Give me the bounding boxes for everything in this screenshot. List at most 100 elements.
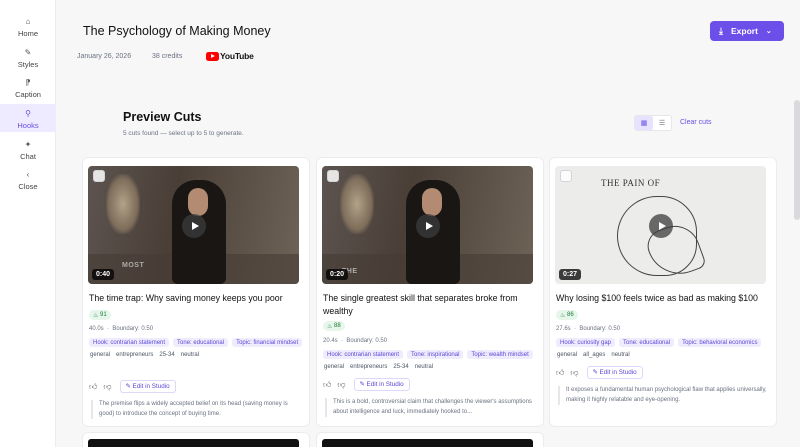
caption-icon: ⁋ <box>25 78 31 87</box>
sparkle-icon: ✦ <box>24 140 32 149</box>
clear-cuts-button[interactable]: Clear cuts <box>680 119 712 126</box>
nav-styles[interactable]: ✎ Styles <box>0 47 56 75</box>
cut-length: 40.0s <box>89 326 104 332</box>
youtube-label: YouTube <box>220 51 254 61</box>
nav-close-label: Close <box>18 182 38 191</box>
cut-stats: 20.4s · Boundary: 0.50 <box>323 338 388 344</box>
nav-caption-label: Caption <box>15 90 41 99</box>
edit-in-studio-button[interactable]: ✎ Edit in Studio <box>586 366 643 379</box>
tag: general <box>90 351 111 358</box>
tag: Hook: contrarian statement <box>89 338 170 347</box>
cut-boundary: Boundary: 0.50 <box>346 338 388 344</box>
tag: neutral <box>414 363 434 370</box>
cut-stats: 40.0s · Boundary: 0.50 <box>89 326 154 332</box>
nav-close[interactable]: ‹ Close <box>0 169 56 197</box>
card-actions: 👍︎ 👎︎ ✎ Edit in Studio <box>556 366 643 379</box>
cut-card[interactable]: MOST 0:40 The time trap: Why saving mone… <box>82 157 310 427</box>
select-checkbox[interactable] <box>560 170 572 182</box>
cut-boundary: Boundary: 0.50 <box>579 326 621 332</box>
cut-card[interactable]: THE PAIN OF 0:27 Why losing $100 feels t… <box>549 157 777 427</box>
tag: Hook: contrarian statement <box>323 350 404 359</box>
cut-title: Why losing $100 feels twice as bad as ma… <box>556 293 758 303</box>
tag: Topic: wealth mindset <box>467 350 533 359</box>
cut-length: 27.6s <box>556 326 571 332</box>
tag: general <box>557 351 578 358</box>
thumbs-down-icon[interactable]: 👎︎ <box>103 382 111 392</box>
flame-icon: ♨ <box>93 312 101 319</box>
tag-list: Hook: contrarian statement Tone: inspira… <box>323 350 539 371</box>
thumbs-up-icon[interactable]: 👍︎ <box>323 380 331 390</box>
tag: Topic: behavioral economics <box>678 338 762 347</box>
card-actions: 👍︎ 👎︎ ✎ Edit in Studio <box>89 380 176 393</box>
duration-badge: 0:27 <box>559 269 582 280</box>
score-badge: ♨ 91 <box>89 310 111 320</box>
tag: Tone: educational <box>619 338 675 347</box>
cut-title: The time trap: Why saving money keeps yo… <box>89 293 283 303</box>
nav-hooks-label: Hooks <box>17 121 39 130</box>
cut-description: It exposes a fundamental human psycholog… <box>558 386 770 405</box>
page-title: The Psychology of Making Money <box>83 24 271 38</box>
chevron-left-icon: ‹ <box>26 170 30 179</box>
grid-view-icon[interactable]: ▦ <box>635 116 653 130</box>
upload-date: January 26, 2026 <box>77 53 132 60</box>
thumbnail-caption: MOST <box>122 262 145 269</box>
tag: neutral <box>611 351 630 358</box>
thumbs-up-icon[interactable]: 👍︎ <box>556 368 564 378</box>
duration-badge: 0:20 <box>326 269 349 280</box>
main-content: The Psychology of Making Money January 2… <box>56 0 800 447</box>
edit-in-studio-button[interactable]: ✎ Edit in Studio <box>119 380 176 393</box>
video-thumbnail[interactable]: MOST 0:40 <box>88 166 299 284</box>
tag: neutral <box>180 351 200 358</box>
play-icon[interactable] <box>649 214 673 238</box>
flame-icon: ♨ <box>560 312 568 319</box>
video-thumbnail[interactable]: THE PAIN OF 0:27 <box>555 166 766 284</box>
youtube-logo: YouTube <box>206 51 254 61</box>
flame-icon: ♨ <box>327 323 335 330</box>
credits-count: 38 credits <box>152 53 183 60</box>
card-actions: 👍︎ 👎︎ ✎ Edit in Studio <box>323 378 410 391</box>
nav-chat[interactable]: ✦ Chat <box>0 139 56 167</box>
export-label: Export <box>730 26 758 36</box>
export-button[interactable]: ⤓ Export ⌄ <box>710 21 784 41</box>
tag: Hook: curiosity gap <box>556 338 616 347</box>
cut-card[interactable] <box>82 432 310 447</box>
tag: Tone: inspirational <box>407 350 464 359</box>
tag: entrepreneurs <box>350 363 388 370</box>
thumbs-up-icon[interactable]: 👍︎ <box>89 382 97 392</box>
brush-icon: ✎ <box>24 48 32 57</box>
nav-styles-label: Styles <box>17 60 39 69</box>
cut-description: This is a bold, controversial claim that… <box>325 398 537 417</box>
cut-title: The single greatest skill that separates… <box>323 293 518 316</box>
cut-stats: 27.6s · Boundary: 0.50 <box>556 326 621 332</box>
tag: entrepreneurs <box>116 351 154 358</box>
home-icon: ⌂ <box>25 17 31 26</box>
download-icon: ⤓ <box>719 25 723 36</box>
thumbs-down-icon[interactable]: 👎︎ <box>570 368 578 378</box>
nav-hooks[interactable]: ⚲ Hooks <box>0 104 56 132</box>
tag-list: Hook: curiosity gap Tone: educational To… <box>556 338 772 359</box>
video-thumbnail[interactable]: THE 0:20 <box>322 166 533 284</box>
score-badge: ♨ 88 <box>323 321 345 331</box>
select-checkbox[interactable] <box>327 170 339 182</box>
scrollbar[interactable] <box>794 100 800 220</box>
nav-home[interactable]: ⌂ Home <box>0 16 56 44</box>
list-view-icon[interactable]: ☰ <box>653 116 671 130</box>
nav-caption[interactable]: ⁋ Caption <box>0 77 56 105</box>
tag: Topic: financial mindset <box>232 338 303 347</box>
cut-description: The premise flips a widely accepted beli… <box>91 400 303 419</box>
play-icon[interactable] <box>182 214 206 238</box>
hook-icon: ⚲ <box>25 109 31 118</box>
edit-in-studio-button[interactable]: ✎ Edit in Studio <box>353 378 410 391</box>
duration-badge: 0:40 <box>92 269 115 280</box>
preview-title: Preview Cuts <box>123 110 202 124</box>
view-toggle: ▦ ☰ <box>634 115 672 131</box>
cut-card[interactable]: THE 0:20 The single greatest skill that … <box>316 157 544 427</box>
sidebar: ⌂ Home ✎ Styles ⁋ Caption ⚲ Hooks ✦ Chat… <box>0 0 56 447</box>
youtube-icon <box>206 51 219 61</box>
play-icon[interactable] <box>416 214 440 238</box>
thumbs-down-icon[interactable]: 👎︎ <box>337 380 345 390</box>
tag: all_ages <box>583 351 606 358</box>
select-checkbox[interactable] <box>93 170 105 182</box>
cut-card[interactable] <box>316 432 544 447</box>
thumbnail-caption: THE PAIN OF <box>601 178 661 188</box>
